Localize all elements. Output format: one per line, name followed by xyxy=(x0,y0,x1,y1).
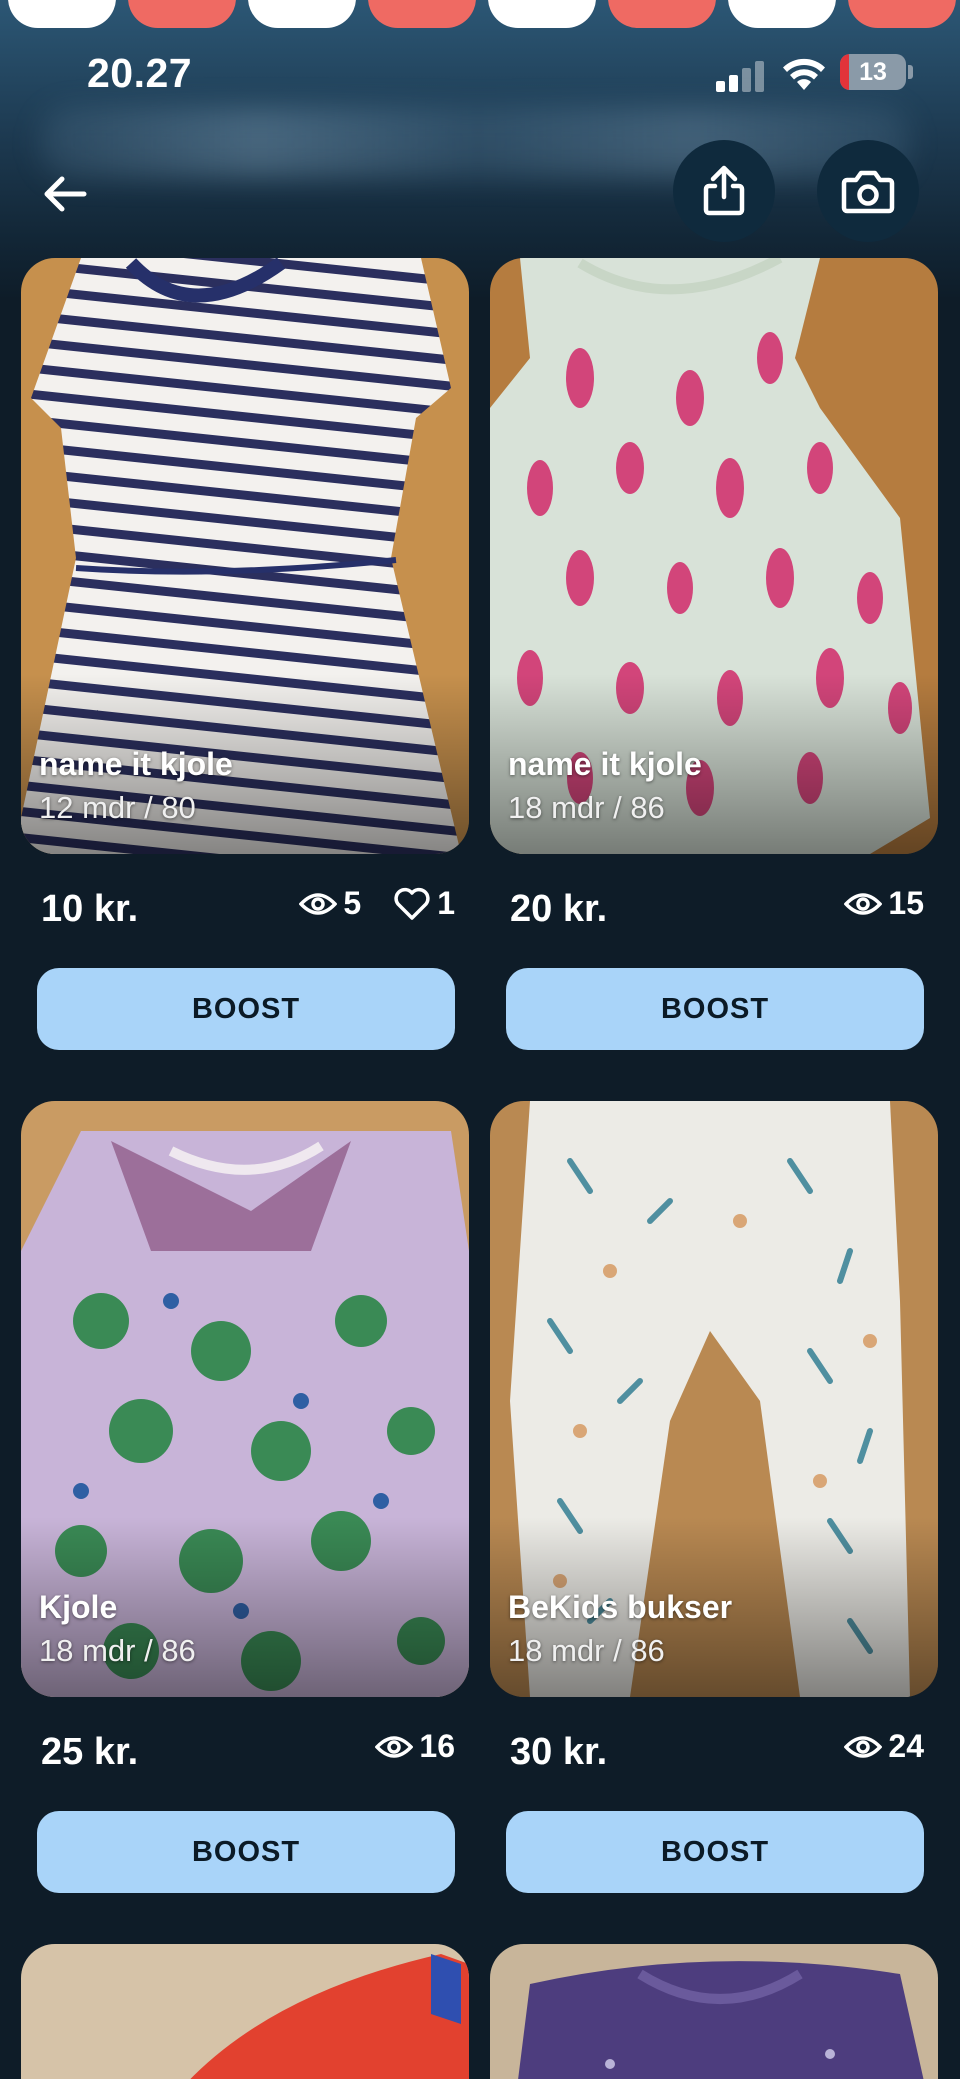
listing-size: 12 mdr / 80 xyxy=(39,790,196,825)
status-time: 20.27 xyxy=(87,50,193,96)
listing-stats: 5 1 xyxy=(299,885,455,922)
listing-stats: 16 xyxy=(375,1728,455,1765)
battery-icon: 13 xyxy=(840,54,906,90)
listing-stats: 15 xyxy=(844,885,924,922)
views-count: 24 xyxy=(888,1728,924,1764)
likes-count: 1 xyxy=(437,885,455,921)
story-dot[interactable] xyxy=(728,0,836,28)
eye-icon xyxy=(375,1735,414,1758)
listing-price: 20 kr. xyxy=(510,888,608,930)
cellular-signal-icon xyxy=(716,60,766,92)
listing-title: BeKids bukser xyxy=(508,1589,733,1625)
story-dot[interactable] xyxy=(848,0,956,28)
listing-size: 18 mdr / 86 xyxy=(508,1633,665,1668)
eye-icon xyxy=(844,1735,883,1758)
share-button[interactable] xyxy=(673,140,775,242)
listing-price: 10 kr. xyxy=(41,888,139,930)
boost-button[interactable]: BOOST xyxy=(506,1811,924,1893)
listing-price: 30 kr. xyxy=(510,1731,608,1773)
listing-price: 25 kr. xyxy=(41,1731,139,1773)
views-count: 15 xyxy=(888,885,924,921)
battery-tip xyxy=(908,65,913,79)
eye-icon xyxy=(844,892,883,915)
status-bar: 20.27 13 xyxy=(0,50,960,100)
back-button[interactable] xyxy=(40,168,92,220)
listing-title: name it kjole xyxy=(508,746,702,782)
boost-button[interactable]: BOOST xyxy=(506,968,924,1050)
purple-shirt-photo xyxy=(490,1944,938,2079)
share-icon xyxy=(703,165,745,216)
story-dot[interactable] xyxy=(488,0,596,28)
listing-photo-partial[interactable] xyxy=(21,1944,469,2079)
heart-icon xyxy=(394,887,430,920)
story-dot[interactable] xyxy=(8,0,116,28)
listing-size: 18 mdr / 86 xyxy=(508,790,665,825)
story-dot[interactable] xyxy=(128,0,236,28)
red-garment-photo xyxy=(21,1944,469,2079)
blurred-header-strip xyxy=(40,108,910,178)
listing-stats: 24 xyxy=(844,1728,924,1765)
listing-title: Kjole xyxy=(39,1589,118,1625)
battery-level: 13 xyxy=(859,58,887,86)
boost-button[interactable]: BOOST xyxy=(37,968,455,1050)
boost-button[interactable]: BOOST xyxy=(37,1811,455,1893)
camera-icon xyxy=(841,170,895,214)
story-dot[interactable] xyxy=(608,0,716,28)
story-dot[interactable] xyxy=(248,0,356,28)
wifi-icon xyxy=(783,58,825,90)
views-count: 16 xyxy=(419,1728,455,1764)
eye-icon xyxy=(299,892,338,915)
camera-button[interactable] xyxy=(817,140,919,242)
listing-photo-partial[interactable] xyxy=(490,1944,938,2079)
arrow-left-icon xyxy=(44,176,87,212)
story-dot[interactable] xyxy=(368,0,476,28)
views-count: 5 xyxy=(343,885,362,921)
listing-title: name it kjole xyxy=(39,746,233,782)
story-dots-row xyxy=(0,0,960,28)
listing-size: 18 mdr / 86 xyxy=(39,1633,196,1668)
